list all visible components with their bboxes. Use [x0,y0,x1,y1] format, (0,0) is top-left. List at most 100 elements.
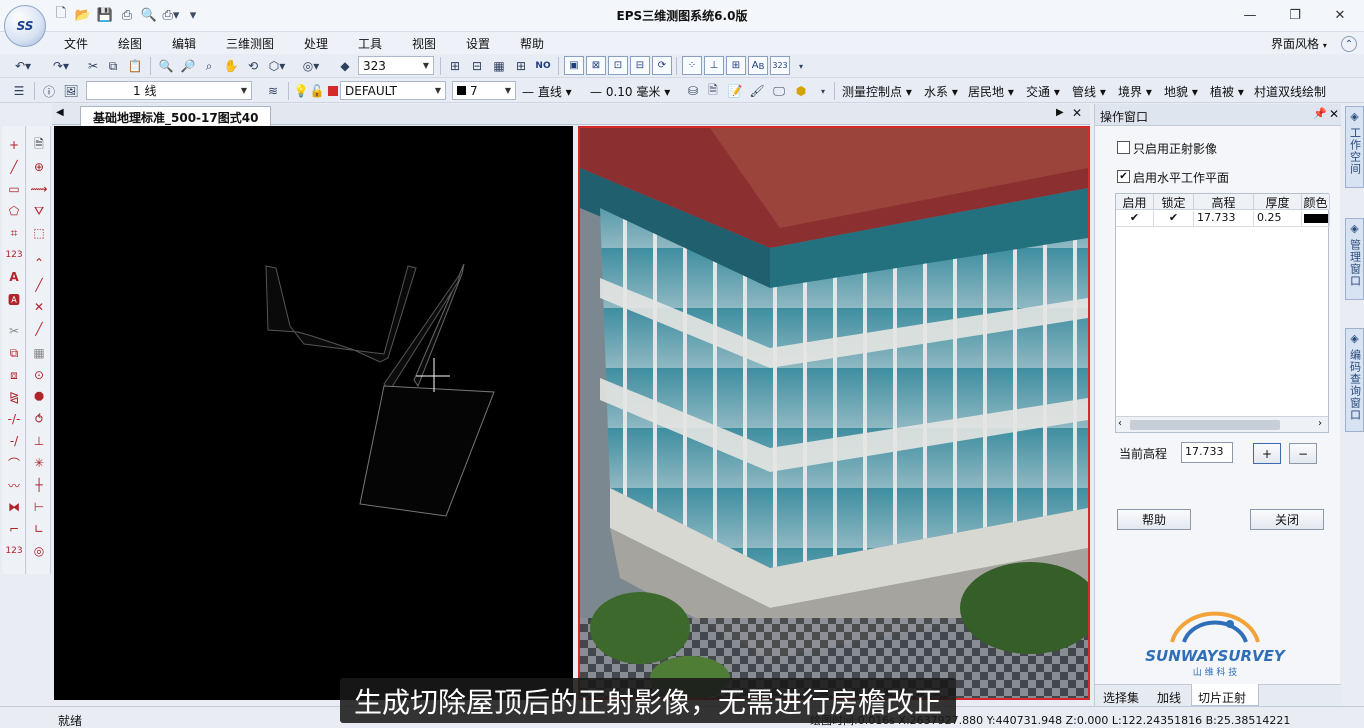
symbol-tool-icon[interactable]: ⌗ [4,224,24,242]
print-preview-icon[interactable]: 🔍 [140,6,158,24]
line-width-selector[interactable]: — 0.10 毫米 ▾ [590,83,670,100]
header-locked[interactable]: 锁定 [1154,194,1194,210]
cut-icon[interactable]: ✂ [84,57,102,75]
toolbar-overflow-icon[interactable]: ▾ [814,82,832,100]
brush-icon[interactable]: 🖌 [748,82,766,100]
select-polygon-icon[interactable]: ⊡ [608,56,628,75]
elevation-decrease-button[interactable]: − [1289,443,1317,464]
zoom-out-icon[interactable]: 🔍 [157,57,175,75]
print-icon[interactable]: ⎙ [118,6,136,24]
node-line-icon[interactable]: ╱ [29,276,49,294]
dashed-rect-icon[interactable]: ⬚ [29,224,49,242]
menu-settings[interactable]: 设置 [466,35,490,52]
help-button[interactable]: 帮助 [1117,509,1191,530]
render-mode-icon[interactable]: ◎▾ [302,57,320,75]
category-residential[interactable]: 居民地 ▾ [968,83,1014,100]
snap-grid-icon[interactable]: ⊞ [726,56,746,75]
arc-icon[interactable]: ⌒ [4,454,24,472]
scale-combo[interactable]: 323 ▼ [358,56,434,75]
current-elevation-input[interactable]: 17.733 [1181,442,1233,463]
copy-icon[interactable]: ⧉ [104,57,122,75]
octagon-icon[interactable]: ⯃ [29,388,49,406]
only-ortho-checkbox[interactable] [1117,141,1130,154]
lasso-icon[interactable]: ⥀ [29,410,49,428]
diagonal-line-icon[interactable]: ╱ [29,320,49,338]
tab-scroll-left-icon[interactable]: ◀ [56,107,64,118]
circle-dot-icon[interactable]: ⊙ [29,366,49,384]
category-village-road[interactable]: 村道双线绘制 [1254,83,1326,100]
angle-icon[interactable]: ∟ [29,520,49,538]
grid-view-icon[interactable]: ⊞ [446,57,464,75]
grid-split-icon[interactable]: ⊟ [468,57,486,75]
category-traffic[interactable]: 交通 ▾ [1026,83,1060,100]
pan-hand-icon[interactable]: ✋ [222,57,240,75]
perpendicular-icon[interactable]: ⊥ [29,432,49,450]
restore-button[interactable]: ❐ [1281,4,1309,26]
header-enabled[interactable]: 启用 [1116,194,1154,210]
category-boundary[interactable]: 境界 ▾ [1118,83,1152,100]
lock-icon[interactable]: 🔓 [308,82,326,100]
text-frame-icon[interactable]: 🅰 [4,290,24,308]
paste-icon[interactable]: 📋 [126,57,144,75]
tab-scroll-right-icon[interactable]: ▶ [1056,107,1064,118]
text-tool-icon[interactable]: A [4,268,24,286]
select-cross-icon[interactable]: ⊠ [586,56,606,75]
zoom-window-icon[interactable]: ⌕ [200,57,218,75]
no-icon[interactable]: NO [534,57,552,75]
save-icon[interactable]: 💾 [96,6,114,24]
snap-lines-icon[interactable]: ⊥ [704,56,724,75]
header-elevation[interactable]: 高程 [1194,194,1254,210]
menu-edit[interactable]: 编辑 [172,35,196,52]
minimize-button[interactable]: — [1236,4,1264,26]
category-pipelines[interactable]: 管线 ▾ [1072,83,1106,100]
app-logo[interactable]: SS [4,5,46,47]
close-button[interactable]: 关闭 [1250,509,1324,530]
redo-icon[interactable]: ↷▾ [52,57,70,75]
select-lasso-icon[interactable]: ⊟ [630,56,650,75]
zoom-in-icon[interactable]: 🔎 [179,57,197,75]
properties-icon[interactable]: 🖼 [62,82,80,100]
horizontal-scrollbar[interactable]: ‹ › [1116,416,1328,432]
intersect-icon[interactable]: ✕ [29,298,49,316]
stamp-icon[interactable]: ⛁ [684,82,702,100]
scroll-right-icon[interactable]: › [1318,418,1322,429]
funnel-icon[interactable]: ⛛ [29,202,49,220]
annotation-ab-icon[interactable]: AB [748,56,768,75]
layer-combo[interactable]: DEFAULT ▼ [340,81,446,100]
axis-icon[interactable]: ⊢ [29,498,49,516]
duplicate-icon[interactable]: ⧈ [4,366,24,384]
header-thickness[interactable]: 厚度 [1254,194,1302,210]
table-icon[interactable]: ⊞ [512,57,530,75]
target-icon[interactable]: ◎ [29,542,49,560]
close-window-button[interactable]: ✕ [1326,4,1354,26]
pin-icon[interactable]: 📌 [1313,107,1327,120]
monitor-icon[interactable]: 🖵 [770,82,788,100]
layer-manager-icon[interactable]: ☰ [10,82,28,100]
close-panel-icon[interactable]: ✕ [1329,107,1339,121]
dock-tab-code-query[interactable]: ◈ 编码查询窗口 [1345,328,1364,432]
undo-icon[interactable]: ↶▾ [14,57,32,75]
table-view-icon[interactable]: ▦ [490,57,508,75]
cube-icon[interactable]: ⬢ [792,82,810,100]
elevation-point-icon[interactable]: 123 [4,246,24,264]
menu-help[interactable]: 帮助 [520,35,544,52]
numbering-icon[interactable]: 323 [770,56,790,75]
info-icon[interactable]: ⓘ [40,82,58,100]
vertex-edit-icon[interactable]: ⌃ [29,254,49,272]
dock-tab-workspace[interactable]: ◈ 工作空间 [1345,106,1364,188]
category-water[interactable]: 水系 ▾ [924,83,958,100]
document-tab[interactable]: 基础地理标准_500-17图式40 [80,106,272,126]
line-style-selector[interactable]: — 直线 ▾ [522,83,572,100]
polygon-tool-icon[interactable]: ⬠ [4,202,24,220]
scissors-icon[interactable]: ✂ [4,322,24,340]
dock-tab-manager[interactable]: ◈ 管理窗口 [1345,218,1364,300]
scene-3d-viewport[interactable] [578,126,1090,700]
cell-enabled[interactable]: ✔ [1116,211,1154,227]
category-vegetation[interactable]: 植被 ▾ [1210,83,1244,100]
document-icon[interactable]: 🗎 [29,136,49,154]
expand-up-icon[interactable]: ⌃ [1341,36,1357,52]
new-file-icon[interactable]: 🗋 [52,6,70,24]
join-icon[interactable]: ⧓ [4,498,24,516]
printer-dropdown-icon[interactable]: ⎙▾ [162,6,180,24]
scale-marker-icon[interactable]: ◆ [336,57,354,75]
